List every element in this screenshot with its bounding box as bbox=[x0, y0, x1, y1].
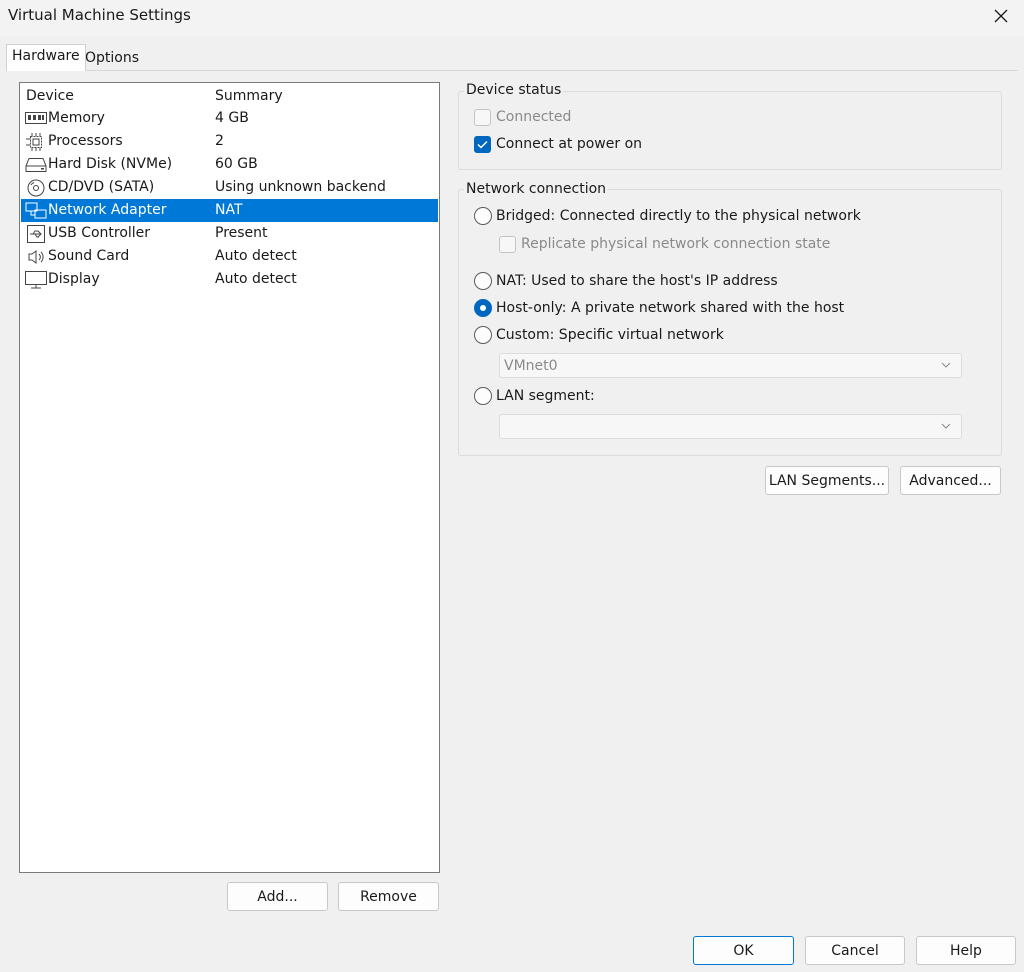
lan-segment-label: LAN segment: bbox=[496, 388, 595, 404]
connect-at-power-on-checkbox[interactable] bbox=[474, 136, 491, 153]
nat-label: NAT: Used to share the host's IP address bbox=[496, 273, 778, 289]
checkmark-icon bbox=[477, 140, 488, 149]
nat-radio[interactable] bbox=[474, 272, 492, 290]
chevron-down-icon bbox=[941, 423, 951, 429]
device-row-sound-card[interactable]: Sound Card Auto detect bbox=[21, 245, 438, 268]
host-only-radio[interactable] bbox=[474, 299, 492, 317]
device-name: Hard Disk (NVMe) bbox=[48, 156, 173, 172]
host-only-label: Host-only: A private network shared with… bbox=[496, 300, 845, 316]
monitor-icon bbox=[25, 270, 47, 288]
help-button[interactable]: Help bbox=[916, 936, 1016, 965]
add-button[interactable]: Add... bbox=[227, 882, 328, 911]
device-summary: NAT bbox=[215, 202, 243, 218]
title-bar: Virtual Machine Settings bbox=[0, 0, 1024, 36]
remove-button[interactable]: Remove bbox=[338, 882, 439, 911]
device-summary: 2 bbox=[215, 133, 224, 149]
custom-radio[interactable] bbox=[474, 326, 492, 344]
close-button[interactable] bbox=[978, 0, 1024, 32]
device-summary: 4 GB bbox=[215, 110, 249, 126]
connect-at-power-on-label: Connect at power on bbox=[496, 136, 643, 152]
advanced-button[interactable]: Advanced... bbox=[900, 466, 1001, 495]
device-row-hard-disk[interactable]: Hard Disk (NVMe) 60 GB bbox=[21, 153, 438, 176]
replicate-label: Replicate physical network connection st… bbox=[521, 236, 831, 252]
connected-checkbox[interactable] bbox=[474, 109, 491, 126]
bridged-radio[interactable] bbox=[474, 207, 492, 225]
cancel-button[interactable]: Cancel bbox=[805, 936, 905, 965]
speaker-icon bbox=[25, 248, 47, 265]
column-header-device[interactable]: Device bbox=[26, 88, 74, 108]
device-list[interactable]: Device Summary Memory 4 GB Processors 2 … bbox=[19, 82, 440, 873]
usb-icon bbox=[25, 224, 47, 243]
custom-label: Custom: Specific virtual network bbox=[496, 327, 724, 343]
ok-button[interactable]: OK bbox=[693, 936, 794, 965]
device-summary: Auto detect bbox=[215, 271, 297, 287]
device-status-group bbox=[458, 91, 1002, 170]
device-name: CD/DVD (SATA) bbox=[48, 179, 155, 195]
device-name: Network Adapter bbox=[48, 202, 167, 218]
bridged-label: Bridged: Connected directly to the physi… bbox=[496, 208, 861, 224]
device-row-network-adapter[interactable]: Network Adapter NAT bbox=[21, 199, 438, 222]
device-row-display[interactable]: Display Auto detect bbox=[21, 268, 438, 291]
replicate-checkbox[interactable] bbox=[499, 236, 516, 253]
custom-network-value: VMnet0 bbox=[504, 358, 558, 374]
connected-label: Connected bbox=[496, 109, 572, 125]
device-row-memory[interactable]: Memory 4 GB bbox=[21, 107, 438, 130]
device-name: USB Controller bbox=[48, 225, 151, 241]
chevron-down-icon bbox=[941, 362, 951, 368]
close-icon bbox=[994, 9, 1008, 23]
device-summary: Auto detect bbox=[215, 248, 297, 264]
column-header-summary[interactable]: Summary bbox=[215, 88, 283, 108]
device-summary: 60 GB bbox=[215, 156, 258, 172]
tab-hardware[interactable]: Hardware bbox=[6, 44, 86, 71]
lan-segment-radio[interactable] bbox=[474, 387, 492, 405]
network-adapter-icon bbox=[25, 202, 47, 219]
lan-segments-button[interactable]: LAN Segments... bbox=[765, 466, 889, 495]
device-row-cd-dvd[interactable]: CD/DVD (SATA) Using unknown backend bbox=[21, 176, 438, 199]
network-connection-title: Network connection bbox=[464, 181, 609, 197]
memory-icon bbox=[25, 110, 47, 127]
processor-icon bbox=[25, 132, 47, 151]
device-summary: Present bbox=[215, 225, 268, 241]
hard-disk-icon bbox=[25, 156, 47, 173]
custom-network-select[interactable]: VMnet0 bbox=[499, 353, 962, 378]
device-name: Memory bbox=[48, 110, 105, 126]
cd-dvd-icon bbox=[25, 179, 47, 196]
window-title: Virtual Machine Settings bbox=[8, 6, 191, 24]
device-name: Processors bbox=[48, 133, 123, 149]
lan-segment-select[interactable] bbox=[499, 414, 962, 439]
device-status-title: Device status bbox=[464, 82, 564, 98]
device-row-usb-controller[interactable]: USB Controller Present bbox=[21, 222, 438, 245]
device-summary: Using unknown backend bbox=[215, 179, 386, 195]
device-name: Sound Card bbox=[48, 248, 130, 264]
device-name: Display bbox=[48, 271, 100, 287]
device-row-processors[interactable]: Processors 2 bbox=[21, 130, 438, 153]
